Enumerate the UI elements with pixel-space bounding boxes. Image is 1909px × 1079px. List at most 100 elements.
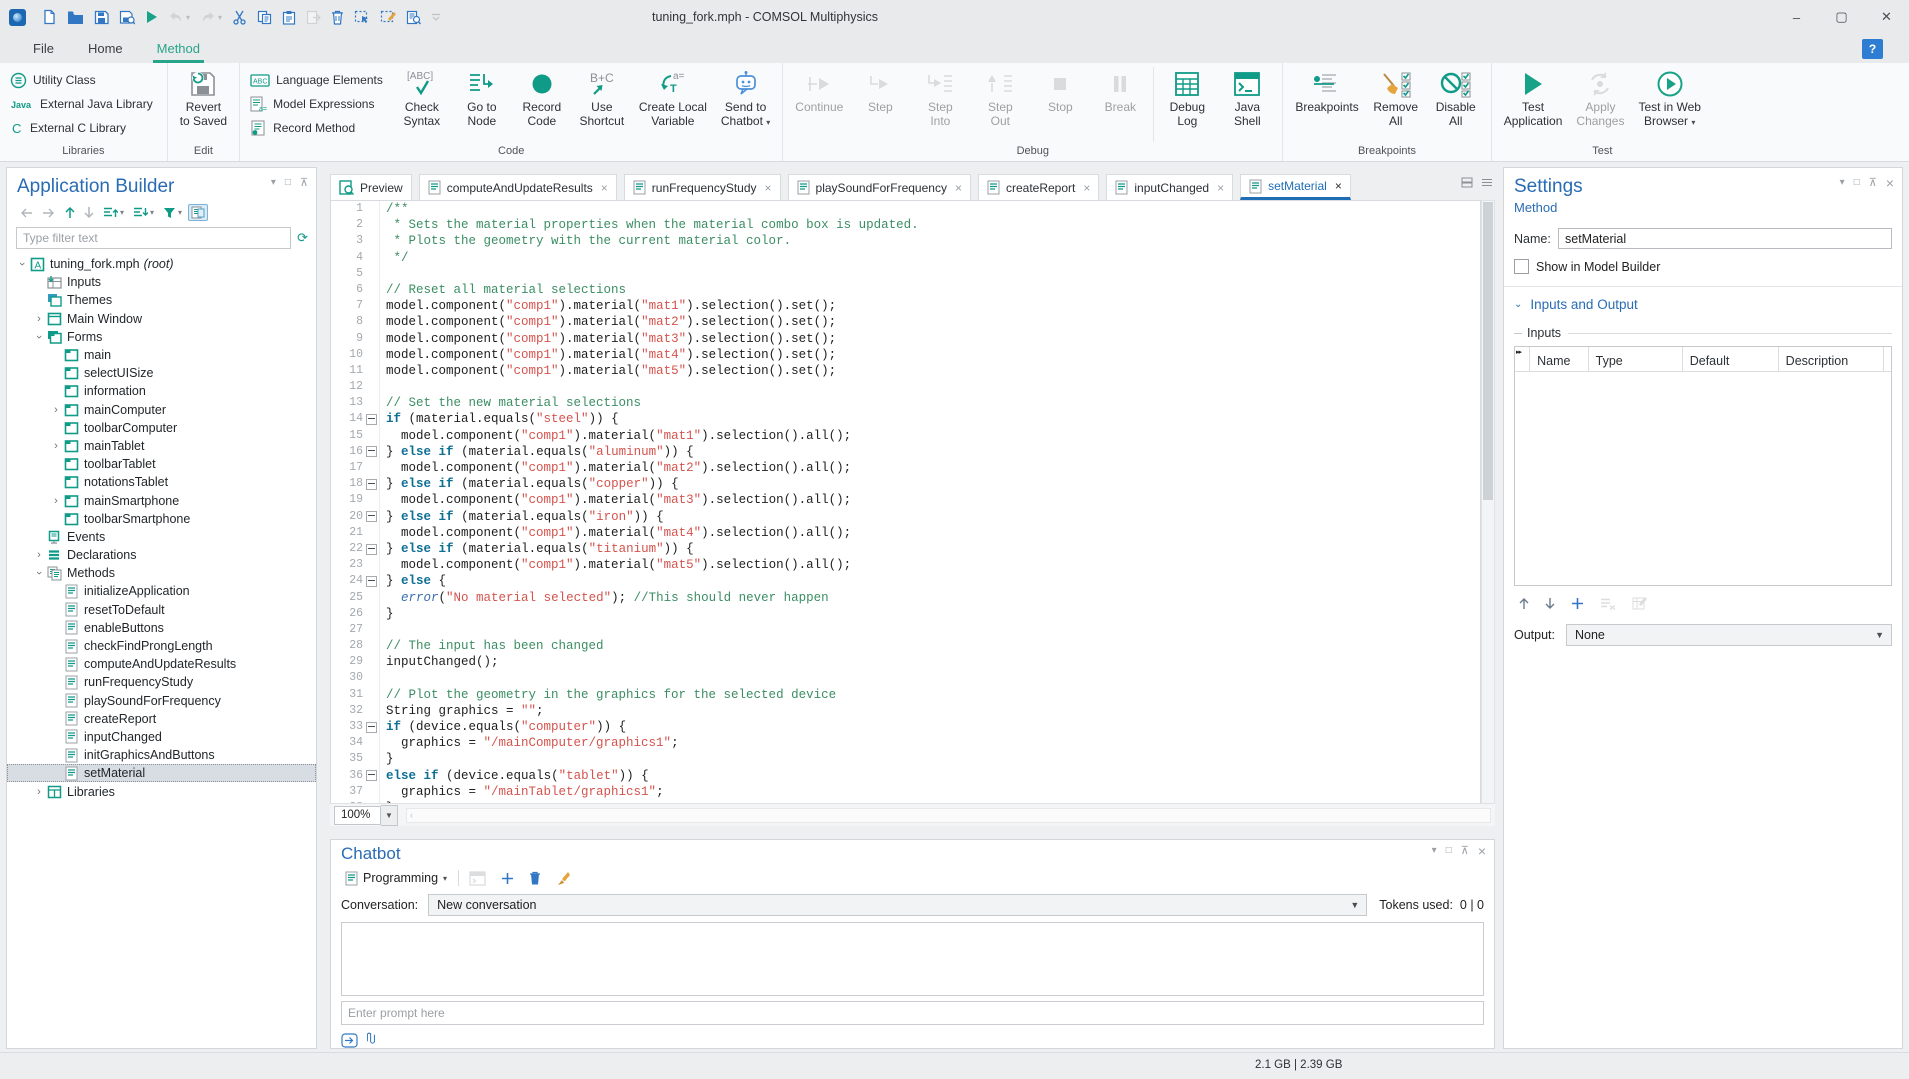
utility-class-button[interactable]: Utility Class	[5, 68, 158, 92]
chat-prompt-input[interactable]	[342, 1006, 1483, 1020]
undo-button[interactable]: ▾	[165, 9, 193, 26]
tree-item-selectuisize[interactable]: selectUISize	[7, 364, 316, 382]
tree-item-createreport[interactable]: createReport	[7, 710, 316, 728]
table-column-unit[interactable]: Unit	[1884, 347, 1891, 371]
filter-button[interactable]: ▾	[160, 205, 185, 221]
create-local-variable-button[interactable]: a=TCreate LocalVariable	[632, 63, 714, 128]
ribbon-tab-home[interactable]: Home	[82, 34, 129, 63]
maximize-button[interactable]: ▢	[1819, 0, 1864, 34]
pin-panel-icon[interactable]: ⊼	[1461, 846, 1469, 856]
tree-item-main-window[interactable]: ›Main Window	[7, 310, 316, 328]
tree-item-inputs[interactable]: Inputs	[7, 273, 316, 291]
close-button[interactable]: ✕	[1864, 0, 1909, 34]
tree-expander-icon[interactable]: ›	[33, 330, 45, 344]
tree-item-themes[interactable]: Themes	[7, 291, 316, 309]
row-add-button[interactable]	[1568, 595, 1587, 612]
close-tab-icon[interactable]: ×	[1335, 179, 1342, 193]
tree-item-toolbartablet[interactable]: toolbarTablet	[7, 455, 316, 473]
editor-tab-setmaterial[interactable]: setMaterial×	[1240, 174, 1351, 200]
editor-tab-createreport[interactable]: createReport×	[978, 174, 1099, 200]
test-in-web-browser-button[interactable]: Test in WebBrowser ▾	[1631, 63, 1707, 129]
delete-chat-button[interactable]	[526, 869, 544, 887]
tree-item-main[interactable]: main	[7, 346, 316, 364]
editor-tab-preview[interactable]: Preview	[330, 174, 412, 200]
tree-item-information[interactable]: information	[7, 382, 316, 400]
minimize-button[interactable]: –	[1774, 0, 1819, 34]
code-fold-icon[interactable]	[366, 479, 377, 490]
code-fold-icon[interactable]	[366, 414, 377, 425]
paste-button[interactable]	[279, 8, 299, 27]
save-button[interactable]	[91, 8, 112, 27]
editor-tab-runfrequencystudy[interactable]: runFrequencyStudy×	[624, 174, 781, 200]
tree-item-libraries[interactable]: ›Libraries	[7, 782, 316, 800]
external-c-library-button[interactable]: CExternal C Library	[5, 116, 158, 140]
row-down-button[interactable]	[1542, 595, 1558, 612]
close-tab-icon[interactable]: ×	[1083, 181, 1090, 195]
help-button[interactable]: ?	[1862, 39, 1883, 59]
pin-panel-icon[interactable]: ⊼	[300, 178, 308, 188]
model-expressions-button[interactable]: a=Model Expressions	[245, 92, 388, 116]
collapse-all-button[interactable]: ▾	[130, 204, 157, 221]
close-tab-icon[interactable]: ×	[765, 181, 772, 195]
expand-all-button[interactable]: ▾	[100, 204, 127, 221]
open-button[interactable]	[64, 8, 87, 27]
restore-pane-icon[interactable]	[1461, 177, 1473, 188]
java-shell-button[interactable]: JavaShell	[1217, 63, 1277, 128]
float-panel-icon[interactable]: □	[1446, 846, 1452, 856]
cut-button[interactable]	[229, 8, 250, 27]
code-fold-icon[interactable]	[366, 722, 377, 733]
editor-tab-playsoundforfrequency[interactable]: playSoundForFrequency×	[788, 174, 971, 200]
tree-item-initializeapplication[interactable]: initializeApplication	[7, 582, 316, 600]
language-elements-button[interactable]: ABCLanguage Elements	[245, 68, 388, 92]
revert-to-saved-button[interactable]: Revertto Saved	[173, 63, 234, 128]
attach-file-icon[interactable]	[367, 1032, 376, 1048]
find-button[interactable]	[403, 8, 424, 27]
record-method-button[interactable]: Record Method	[245, 116, 388, 140]
tree-expander-icon[interactable]: ›	[33, 566, 45, 580]
close-panel-icon[interactable]: ×	[1478, 846, 1486, 856]
copy-button[interactable]	[254, 8, 275, 27]
method-name-input[interactable]	[1558, 228, 1892, 249]
table-column-description[interactable]: Description	[1779, 347, 1884, 371]
editor-horizontal-scrollbar[interactable]: ‹	[406, 808, 1491, 823]
tree-item-mainsmartphone[interactable]: ›mainSmartphone	[7, 491, 316, 509]
tree-item-resettodefault[interactable]: resetToDefault	[7, 601, 316, 619]
move-up-button[interactable]	[62, 204, 78, 221]
nav-back-button[interactable]	[16, 206, 36, 220]
row-up-button[interactable]	[1516, 595, 1532, 612]
tree-item-declarations[interactable]: ›Declarations	[7, 546, 316, 564]
filter-input[interactable]	[16, 227, 291, 249]
save-as-button[interactable]	[116, 8, 138, 27]
send-prompt-icon[interactable]	[341, 1033, 358, 1048]
tree-item-maincomputer[interactable]: ›mainComputer	[7, 401, 316, 419]
panel-menu-icon[interactable]: ▾	[1432, 846, 1437, 856]
check-syntax-button[interactable]: [ABC]CheckSyntax	[392, 63, 452, 128]
ribbon-tab-file[interactable]: File	[27, 34, 60, 63]
tree-item-notationstablet[interactable]: notationsTablet	[7, 473, 316, 491]
tree-expander-icon[interactable]: ›	[49, 495, 63, 507]
pin-panel-icon[interactable]: ⊼	[1869, 178, 1877, 188]
more-button[interactable]	[428, 11, 444, 23]
table-column-default[interactable]: Default	[1683, 347, 1779, 371]
conversation-select[interactable]: New conversation ▼	[428, 894, 1367, 916]
brush-button[interactable]	[553, 869, 573, 888]
table-column-type[interactable]: Type	[1589, 347, 1683, 371]
close-tab-icon[interactable]: ×	[955, 181, 962, 195]
duplicate-button[interactable]	[303, 8, 324, 27]
tree-item-events[interactable]: Events	[7, 528, 316, 546]
code-fold-icon[interactable]	[366, 446, 377, 457]
show-in-model-builder-checkbox[interactable]	[1514, 259, 1529, 274]
tree-item-forms[interactable]: ›Forms	[7, 328, 316, 346]
inputs-table[interactable]: ▸▸NameTypeDefaultDescriptionUnit	[1514, 346, 1892, 586]
add-button[interactable]	[498, 870, 517, 887]
code-editor[interactable]: 1/**2 * Sets the material properties whe…	[330, 200, 1481, 804]
breakpoints-button[interactable]: Breakpoints	[1288, 63, 1365, 115]
clear-selection-button[interactable]	[377, 8, 399, 27]
external-java-library-button[interactable]: JavaExternal Java Library	[5, 92, 158, 116]
tree-item-tuning-fork-mph[interactable]: ›Atuning_fork.mph(root)	[7, 255, 316, 273]
tree-item-toolbarcomputer[interactable]: toolbarComputer	[7, 419, 316, 437]
code-fold-icon[interactable]	[366, 544, 377, 555]
tree-item-maintablet[interactable]: ›mainTablet	[7, 437, 316, 455]
tree-item-toolbarsmartphone[interactable]: toolbarSmartphone	[7, 510, 316, 528]
nav-forward-button[interactable]	[39, 206, 59, 220]
